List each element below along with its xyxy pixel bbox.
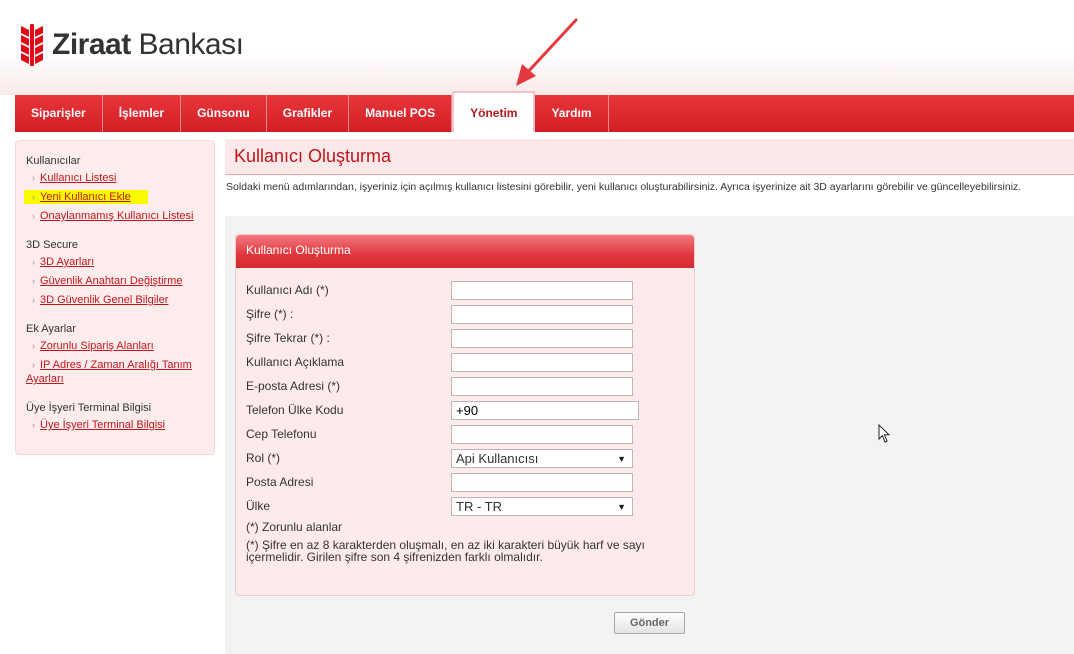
sidebar-section-title: Üye İşyeri Terminal Bilgisi	[26, 402, 152, 414]
description-input[interactable]	[451, 353, 633, 372]
sidebar-item-kullanici-listesi[interactable]: › Kullanıcı Listesi	[26, 171, 214, 185]
country-label: Ülke	[246, 499, 271, 513]
role-selected-value: Api Kullanıcısı	[456, 451, 539, 466]
password-label: Şifre (*) :	[246, 307, 294, 321]
page-description: Soldaki menü adımlarından, işyeriniz içi…	[226, 181, 1022, 193]
email-input[interactable]	[451, 377, 633, 396]
form-row-postal-address: Posta Adresi	[246, 473, 686, 493]
sidebar-link[interactable]: 3D Ayarları	[40, 256, 94, 268]
sidebar-link[interactable]: Kullanıcı Listesi	[40, 172, 116, 184]
nav-siparisler[interactable]: Siparişler	[15, 95, 103, 132]
header: Ziraat Bankası	[0, 0, 1074, 95]
brand-name: Ziraat Bankası	[52, 28, 244, 61]
email-label: E-posta Adresi (*)	[246, 379, 341, 393]
password-input[interactable]	[451, 305, 633, 324]
form-row-country-code: Telefon Ülke Kodu	[246, 401, 686, 421]
country-select[interactable]: TR - TR ▼	[451, 497, 633, 516]
sidebar-link[interactable]: 3D Güvenlik Genel Bilgiler	[40, 294, 168, 306]
sidebar-item-3d-ayarlari[interactable]: › 3D Ayarları	[26, 255, 214, 269]
dropdown-arrow-icon: ▼	[617, 453, 626, 464]
sidebar-item-ip-adres[interactable]: › IP Adres / Zaman Aralığı Tanım	[26, 358, 214, 372]
chevron-right-icon: ›	[32, 173, 35, 183]
required-note: (*) Zorunlu alanlar	[246, 520, 343, 534]
sidebar-link[interactable]: Ayarları	[26, 373, 64, 385]
password-repeat-input[interactable]	[451, 329, 633, 348]
sidebar-section-title: Kullanıcılar	[26, 155, 81, 167]
sidebar-section-title: Ek Ayarlar	[26, 323, 76, 335]
nav-grafikler[interactable]: Grafikler	[267, 95, 350, 132]
chevron-right-icon: ›	[32, 211, 35, 221]
form-row-password: Şifre (*) :	[246, 305, 686, 325]
page-title: Kullanıcı Oluşturma	[225, 139, 1074, 175]
mobile-label: Cep Telefonu	[246, 427, 317, 441]
country-selected-value: TR - TR	[456, 499, 502, 514]
chevron-right-icon: ›	[32, 257, 35, 267]
wheat-logo-icon	[21, 24, 43, 66]
password-repeat-label: Şifre Tekrar (*) :	[246, 331, 330, 345]
sidebar-item-yeni-kullanici-ekle[interactable]: › Yeni Kullanıcı Ekle	[24, 190, 148, 204]
mobile-input[interactable]	[451, 425, 633, 444]
nav-yardim[interactable]: Yardım	[535, 95, 609, 132]
main-nav: Siparişler İşlemler Günsonu Grafikler Ma…	[15, 91, 1074, 132]
sidebar-link[interactable]: Güvenlik Anahtarı Değiştirme	[40, 275, 182, 287]
sidebar-item-3d-genel-bilgiler[interactable]: › 3D Güvenlik Genel Bilgiler	[26, 293, 214, 307]
nav-manuel-pos[interactable]: Manuel POS	[349, 95, 453, 132]
sidebar-item-guvenlik-anahtari[interactable]: › Güvenlik Anahtarı Değiştirme	[26, 274, 214, 288]
chevron-right-icon: ›	[32, 192, 35, 202]
chevron-right-icon: ›	[32, 360, 35, 370]
form-row-password-repeat: Şifre Tekrar (*) :	[246, 329, 686, 349]
nav-gunsonu[interactable]: Günsonu	[181, 95, 267, 132]
form-row-description: Kullanıcı Açıklama	[246, 353, 686, 373]
ziraat-logo[interactable]: Ziraat Bankası	[20, 24, 244, 66]
sidebar-link[interactable]: Üye İşyeri Terminal Bilgisi	[40, 419, 165, 431]
user-form-panel: Kullanıcı Oluşturma Kullanıcı Adı (*) Şi…	[235, 234, 695, 596]
chevron-right-icon: ›	[32, 295, 35, 305]
form-row-role: Rol (*) Api Kullanıcısı ▼	[246, 449, 686, 469]
chevron-right-icon: ›	[32, 420, 35, 430]
sidebar-link[interactable]: Yeni Kullanıcı Ekle	[40, 191, 131, 203]
submit-button[interactable]: Gönder	[614, 612, 685, 634]
sidebar-item-onaylanmamis[interactable]: › Onaylanmamış Kullanıcı Listesi	[26, 209, 214, 223]
username-input[interactable]	[451, 281, 633, 300]
username-label: Kullanıcı Adı (*)	[246, 283, 329, 297]
form-row-email: E-posta Adresi (*)	[246, 377, 686, 397]
form-row-mobile: Cep Telefonu	[246, 425, 686, 445]
country-code-input[interactable]	[451, 401, 639, 420]
form-row-country: Ülke TR - TR ▼	[246, 497, 686, 517]
dropdown-arrow-icon: ▼	[617, 501, 626, 512]
country-code-label: Telefon Ülke Kodu	[246, 403, 344, 417]
sidebar-link[interactable]: Zorunlu Sipariş Alanları	[40, 340, 154, 352]
chevron-right-icon: ›	[32, 341, 35, 351]
role-select[interactable]: Api Kullanıcısı ▼	[451, 449, 633, 468]
mouse-cursor-icon	[878, 424, 891, 443]
sidebar-item-ip-adres-cont[interactable]: Ayarları	[26, 372, 214, 386]
nav-islemler[interactable]: İşlemler	[103, 95, 182, 132]
sidebar-item-zorunlu-siparis[interactable]: › Zorunlu Sipariş Alanları	[26, 339, 214, 353]
sidebar-link[interactable]: IP Adres / Zaman Aralığı Tanım	[40, 359, 192, 371]
panel-title: Kullanıcı Oluşturma	[236, 235, 694, 268]
role-label: Rol (*)	[246, 451, 281, 465]
sidebar-link[interactable]: Onaylanmamış Kullanıcı Listesi	[40, 210, 193, 222]
postal-address-label: Posta Adresi	[246, 475, 314, 489]
password-rule-note-line2: içermelidir. Girilen şifre son 4 şifreni…	[246, 550, 543, 564]
form-row-username: Kullanıcı Adı (*)	[246, 281, 686, 301]
sidebar-item-terminal-bilgisi[interactable]: › Üye İşyeri Terminal Bilgisi	[26, 418, 214, 432]
sidebar: Kullanıcılar › Kullanıcı Listesi › Yeni Ku…	[15, 140, 215, 455]
description-label: Kullanıcı Açıklama	[246, 355, 345, 369]
sidebar-section-title: 3D Secure	[26, 239, 78, 251]
postal-address-input[interactable]	[451, 473, 633, 492]
annotation-arrow-icon	[516, 18, 578, 86]
chevron-right-icon: ›	[32, 276, 35, 286]
nav-yonetim[interactable]: Yönetim	[452, 91, 536, 132]
